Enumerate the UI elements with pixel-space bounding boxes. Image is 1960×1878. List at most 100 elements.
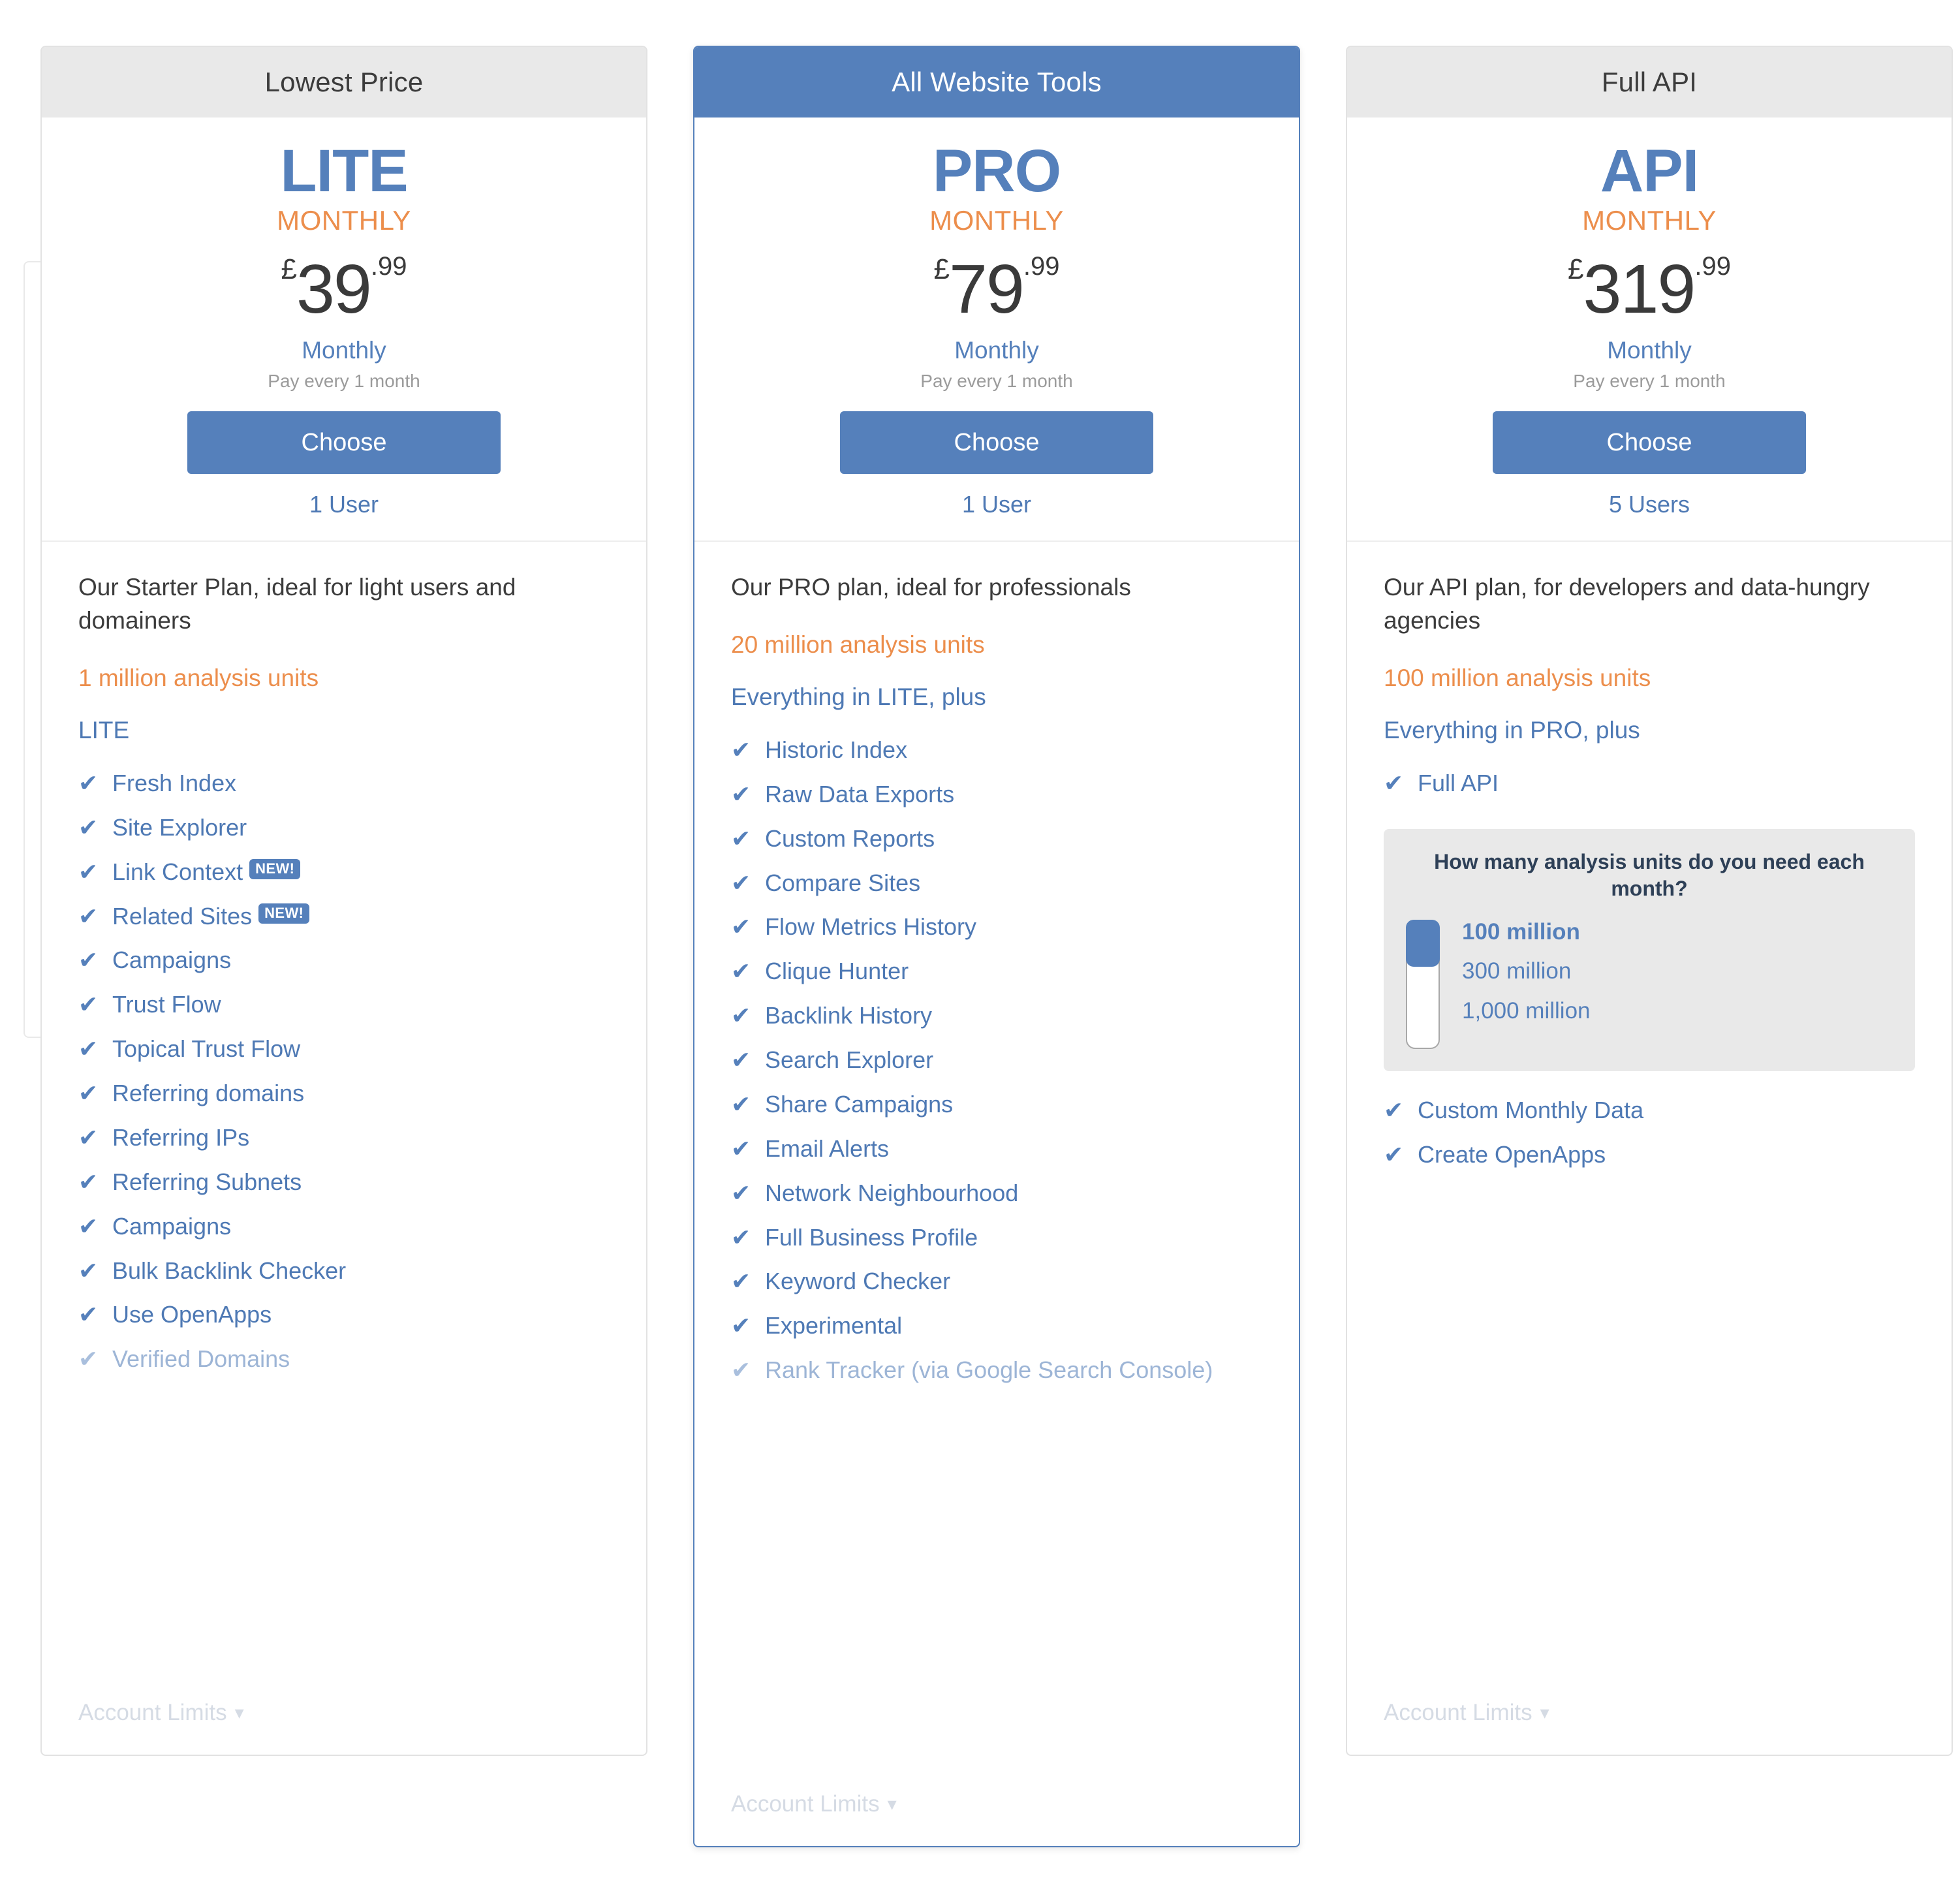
analysis-units-line: 100 million analysis units xyxy=(1384,665,1915,692)
feature-label: Fresh Index xyxy=(112,768,610,799)
account-limits-toggle-api[interactable]: Account Limits ▾ xyxy=(1384,1700,1549,1726)
feature-label: Verified Domains xyxy=(112,1343,610,1375)
feature-label: Email Alerts xyxy=(765,1133,1262,1165)
chevron-down-icon: ▾ xyxy=(1540,1704,1549,1722)
user-count: 1 User xyxy=(42,491,646,518)
check-icon: ✔ xyxy=(78,1299,112,1330)
feature-list-after: ✔Custom Monthly Data✔Create OpenApps xyxy=(1384,1095,1915,1170)
plan-price: £319.99 xyxy=(1347,253,1952,324)
user-count: 5 Users xyxy=(1347,491,1952,518)
feature-item: ✔Fresh Index xyxy=(78,768,610,799)
feature-item: ✔Verified Domains xyxy=(78,1343,610,1375)
feature-label: Referring domains xyxy=(112,1078,610,1109)
feature-label: Clique Hunter xyxy=(765,956,1262,987)
check-icon: ✔ xyxy=(78,1033,112,1065)
plan-description: Our Starter Plan, ideal for light users … xyxy=(78,571,610,637)
plan-features-lite: Our Starter Plan, ideal for light users … xyxy=(42,542,646,1755)
chevron-down-icon: ▾ xyxy=(235,1704,244,1722)
billing-note: Pay every 1 month xyxy=(42,371,646,392)
check-icon: ✔ xyxy=(78,812,112,843)
feature-label: Campaigns xyxy=(112,945,610,976)
check-icon: ✔ xyxy=(731,956,765,987)
feature-list: ✔Historic Index✔Raw Data Exports✔Custom … xyxy=(731,734,1262,1386)
plan-period-label: MONTHLY xyxy=(1347,205,1952,236)
analysis-units-option[interactable]: 1,000 million xyxy=(1462,999,1893,1024)
plan-ribbon-lite: Lowest Price xyxy=(42,47,646,117)
account-limits-label: Account Limits xyxy=(1384,1700,1532,1726)
plan-card-api[interactable]: Full API API MONTHLY £319.99 Monthly Pay… xyxy=(1346,46,1953,1756)
plan-name: LITE xyxy=(42,141,646,202)
new-badge: NEW! xyxy=(258,903,309,924)
list-fade-overlay xyxy=(694,1685,1299,1783)
check-icon: ✔ xyxy=(78,1343,112,1375)
analysis-units-slider-track[interactable] xyxy=(1406,920,1440,1049)
check-icon: ✔ xyxy=(1384,1139,1418,1170)
account-limits-toggle-lite[interactable]: Account Limits ▾ xyxy=(78,1700,244,1726)
plan-ribbon-label: All Website Tools xyxy=(892,67,1102,98)
plan-card-lite[interactable]: Lowest Price LITE MONTHLY £39.99 Monthly… xyxy=(40,46,647,1756)
plan-features-pro: Our PRO plan, ideal for professionals 20… xyxy=(694,542,1299,1846)
check-icon: ✔ xyxy=(78,1078,112,1109)
check-icon: ✔ xyxy=(731,1000,765,1031)
feature-item: ✔Share Campaigns xyxy=(731,1089,1262,1120)
feature-item: ✔Raw Data Exports xyxy=(731,779,1262,810)
analysis-units-slider-thumb[interactable] xyxy=(1406,920,1440,967)
feature-item: ✔Campaigns xyxy=(78,945,610,976)
feature-item: ✔Use OpenApps xyxy=(78,1299,610,1330)
analysis-units-picker[interactable]: 100 million 300 million 1,000 million xyxy=(1406,920,1893,1049)
price-cents: .99 xyxy=(371,252,407,281)
feature-item: ✔Clique Hunter xyxy=(731,956,1262,987)
plan-features-api: Our API plan, for developers and data-hu… xyxy=(1347,542,1952,1755)
feature-item: ✔Campaigns xyxy=(78,1211,610,1242)
feature-item: ✔Link ContextNEW! xyxy=(78,856,610,888)
analysis-units-line: 20 million analysis units xyxy=(731,631,1262,659)
plan-name: API xyxy=(1347,141,1952,202)
feature-item: ✔Related SitesNEW! xyxy=(78,901,610,932)
feature-item: ✔Experimental xyxy=(731,1310,1262,1341)
feature-label: Related SitesNEW! xyxy=(112,901,610,932)
choose-button-api[interactable]: Choose xyxy=(1493,411,1806,474)
account-limits-label: Account Limits xyxy=(78,1700,227,1726)
account-limits-toggle-pro[interactable]: Account Limits ▾ xyxy=(731,1791,897,1817)
analysis-units-selector[interactable]: How many analysis units do you need each… xyxy=(1384,829,1915,1071)
analysis-units-option[interactable]: 100 million xyxy=(1462,920,1893,945)
plan-price-block-pro: PRO MONTHLY £79.99 Monthly Pay every 1 m… xyxy=(694,117,1299,542)
feature-item: ✔Topical Trust Flow xyxy=(78,1033,610,1065)
price-cents: .99 xyxy=(1694,252,1731,281)
check-icon: ✔ xyxy=(731,734,765,766)
account-limits-label: Account Limits xyxy=(731,1791,880,1817)
currency-symbol: £ xyxy=(934,253,949,285)
feature-label: Use OpenApps xyxy=(112,1299,610,1330)
plan-period-label: MONTHLY xyxy=(42,205,646,236)
feature-item: ✔Create OpenApps xyxy=(1384,1139,1915,1170)
feature-list: ✔Full API xyxy=(1384,768,1915,799)
feature-label: Compare Sites xyxy=(765,868,1262,899)
price-cents: .99 xyxy=(1023,252,1060,281)
plan-card-pro[interactable]: All Website Tools PRO MONTHLY £79.99 Mon… xyxy=(693,46,1300,1847)
check-icon: ✔ xyxy=(78,1211,112,1242)
plan-period-label: MONTHLY xyxy=(694,205,1299,236)
check-icon: ✔ xyxy=(731,1089,765,1120)
choose-button-lite[interactable]: Choose xyxy=(187,411,501,474)
check-icon: ✔ xyxy=(78,1255,112,1287)
plan-name: PRO xyxy=(694,141,1299,202)
feature-label: Historic Index xyxy=(765,734,1262,766)
choose-button-pro[interactable]: Choose xyxy=(840,411,1153,474)
feature-label: Network Neighbourhood xyxy=(765,1178,1262,1209)
feature-item: ✔Referring IPs xyxy=(78,1122,610,1153)
feature-item: ✔Rank Tracker (via Google Search Console… xyxy=(731,1354,1262,1386)
check-icon: ✔ xyxy=(731,1310,765,1341)
analysis-units-option[interactable]: 300 million xyxy=(1462,959,1893,984)
billing-note: Pay every 1 month xyxy=(1347,371,1952,392)
feature-item: ✔Flow Metrics History xyxy=(731,911,1262,943)
feature-item: ✔Trust Flow xyxy=(78,989,610,1020)
check-icon: ✔ xyxy=(1384,1095,1418,1126)
feature-label: Raw Data Exports xyxy=(765,779,1262,810)
feature-list: ✔Fresh Index✔Site Explorer✔Link ContextN… xyxy=(78,768,610,1375)
check-icon: ✔ xyxy=(731,823,765,854)
feature-label: Trust Flow xyxy=(112,989,610,1020)
check-icon: ✔ xyxy=(731,868,765,899)
plan-price-block-api: API MONTHLY £319.99 Monthly Pay every 1 … xyxy=(1347,117,1952,542)
billing-cycle: Monthly xyxy=(42,337,646,364)
list-fade-overlay xyxy=(1347,1594,1952,1692)
